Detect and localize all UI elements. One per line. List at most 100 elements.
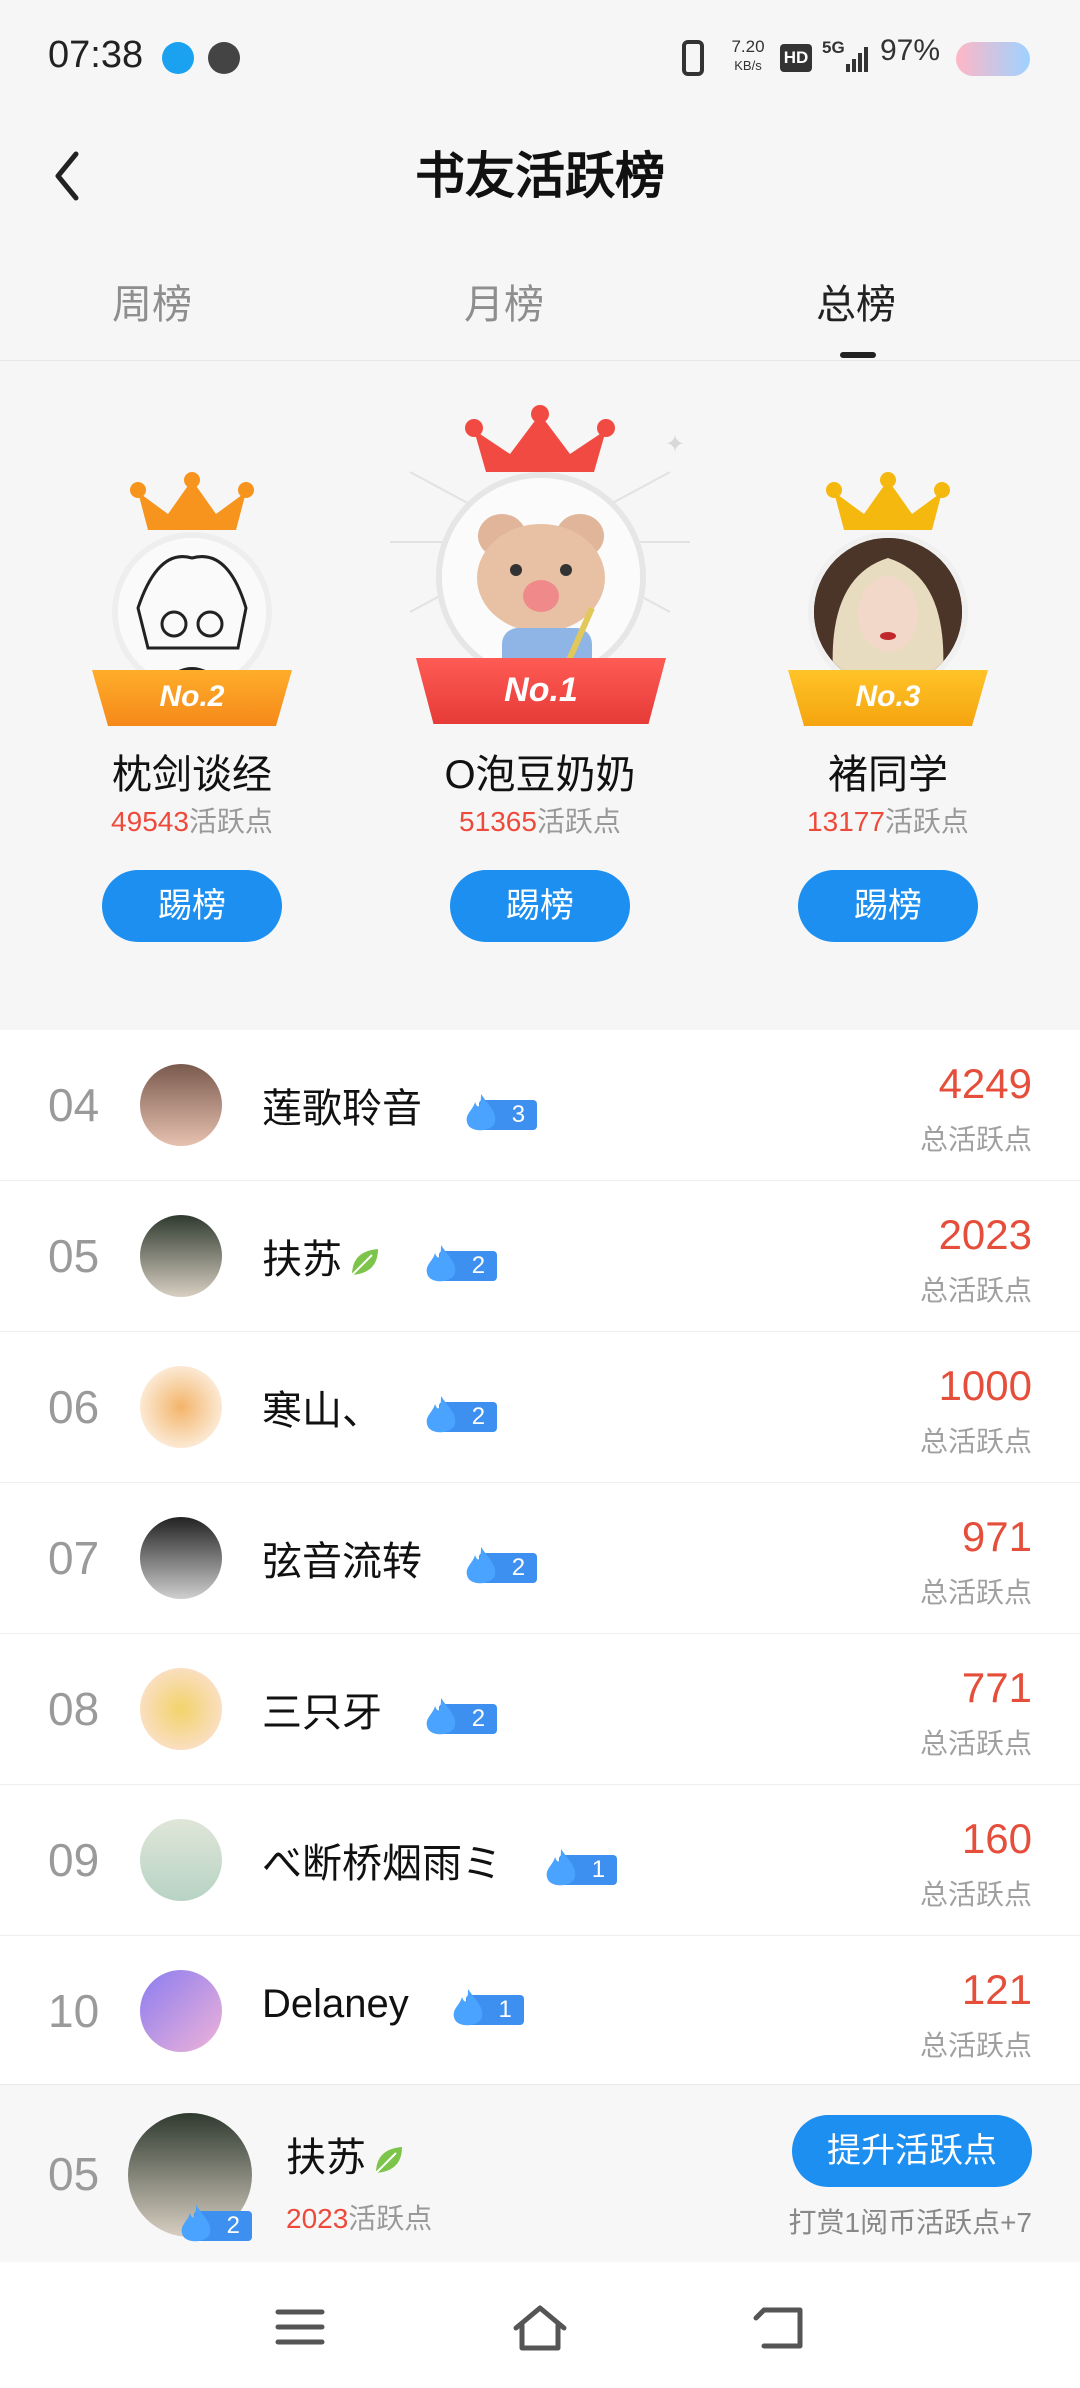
flame-icon <box>453 1989 483 2026</box>
user-name: Delaney 1 <box>262 1982 524 2027</box>
podium-score: 49543活跃点 <box>111 806 273 837</box>
flame-icon <box>546 1849 576 1886</box>
home-icon[interactable] <box>510 2302 570 2352</box>
level-badge: 2 <box>176 2203 252 2242</box>
kick-button[interactable]: 踢榜 <box>102 870 282 942</box>
kick-button[interactable]: 踢榜 <box>450 870 630 942</box>
flame-icon <box>181 2205 211 2242</box>
kick-button[interactable]: 踢榜 <box>798 870 978 942</box>
ranking-list: 04 莲歌聆音 3 4249 总活跃点 05 扶苏 2 2023 总活跃点 06… <box>0 1030 1080 2086</box>
crown-icon <box>826 472 950 530</box>
rank-number: 08 <box>48 1683 100 1735</box>
rank-badge: No.1 <box>416 658 666 724</box>
level-badge: 2 <box>461 1545 538 1584</box>
score-label: 总活跃点 <box>919 1124 1032 1155</box>
tab-monthly[interactable]: 月榜 <box>404 272 604 330</box>
level-badge: 2 <box>421 1394 498 1433</box>
user-name: 扶苏 2 <box>262 1227 498 1285</box>
list-item[interactable]: 09 べ断桥烟雨ミ 1 160 总活跃点 <box>0 1785 1080 1936</box>
level-badge: 2 <box>421 1696 498 1735</box>
avatar <box>140 1668 222 1750</box>
rank-number: 10 <box>48 1985 100 2037</box>
avatar <box>140 1215 222 1297</box>
battery-percent: 97% <box>880 34 941 67</box>
list-item[interactable]: 08 三只牙 2 771 总活跃点 <box>0 1634 1080 1785</box>
avatar <box>112 532 272 692</box>
svg-text:✦: ✦ <box>665 431 685 458</box>
reward-tip: 打赏1阅币活跃点+7 <box>788 2207 1033 2238</box>
list-item[interactable]: 04 莲歌聆音 3 4249 总活跃点 <box>0 1030 1080 1181</box>
list-item[interactable]: 07 弦音流转 2 971 总活跃点 <box>0 1483 1080 1634</box>
avatar <box>436 472 646 682</box>
network-speed-unit: KB/s <box>734 58 762 73</box>
user-name: 寒山、 2 <box>262 1378 498 1436</box>
vibrate-icon <box>682 40 704 76</box>
tab-weekly[interactable]: 周榜 <box>52 272 252 330</box>
tab-active-indicator <box>840 352 876 358</box>
crown-icon <box>130 472 254 530</box>
flame-icon <box>466 1547 496 1584</box>
score-label: 总活跃点 <box>919 1879 1032 1910</box>
flame-icon <box>426 1698 456 1735</box>
list-item[interactable]: 05 扶苏 2 2023 总活跃点 <box>0 1181 1080 1332</box>
ranking-tabs: 周榜 月榜 总榜 <box>0 240 1080 361</box>
flame-icon <box>466 1094 496 1131</box>
menu-icon[interactable] <box>270 2302 330 2352</box>
activity-score: 160 <box>961 1815 1032 1862</box>
back-nav-icon[interactable] <box>750 2302 810 2352</box>
user-name: 莲歌聆音 3 <box>262 1076 538 1134</box>
score-label: 总活跃点 <box>919 1577 1032 1608</box>
avatar <box>140 1366 222 1448</box>
avatar <box>808 532 968 692</box>
rank-badge: No.3 <box>788 670 988 726</box>
podium-score: 13177活跃点 <box>807 806 969 837</box>
activity-score: 771 <box>961 1664 1032 1711</box>
score-label: 总活跃点 <box>919 1728 1032 1759</box>
activity-score: 121 <box>961 1966 1032 2013</box>
score-label: 总活跃点 <box>919 2030 1032 2061</box>
rank-badge: No.2 <box>92 670 292 726</box>
leaf-icon <box>351 1249 378 1277</box>
battery-icon <box>956 42 1030 76</box>
system-nav-bar <box>0 2262 1080 2388</box>
status-bar: 07:38 7.20 KB/s HD 5G 97% <box>0 0 1080 120</box>
hd-icon: HD <box>780 44 812 72</box>
page-title: 书友活跃榜 <box>415 148 665 204</box>
network-speed: 7.20 KB/s <box>728 38 768 75</box>
speed-gauge-icon <box>208 42 240 74</box>
podium-name: O泡豆奶奶 <box>444 753 636 797</box>
list-item[interactable]: 06 寒山、 2 1000 总活跃点 <box>0 1332 1080 1483</box>
flame-icon <box>426 1396 456 1433</box>
level-badge: 1 <box>541 1847 618 1886</box>
leaf-icon <box>375 2147 402 2175</box>
user-name: べ断桥烟雨ミ 1 <box>262 1831 618 1889</box>
flame-icon <box>426 1245 456 1282</box>
level-badge: 1 <box>448 1987 524 2026</box>
level-badge: 2 <box>421 1243 498 1282</box>
signal-bars-icon <box>846 44 870 72</box>
rank-number: 05 <box>48 1230 100 1282</box>
my-rank-bar: 05 2 扶苏 2023活跃点 提升活跃点 打赏1阅币活跃点+7 <box>0 2084 1080 2263</box>
podium: ✦ No.2 枕剑谈经 49543活跃点 踢榜 No.1 O泡豆奶奶 51365… <box>0 362 1080 1002</box>
tab-total[interactable]: 总榜 <box>756 272 956 358</box>
podium-score: 51365活跃点 <box>459 806 621 837</box>
app-header: 书友活跃榜 <box>0 120 1080 240</box>
rank-number: 06 <box>48 1381 100 1433</box>
activity-score: 2023 <box>938 1211 1032 1258</box>
avatar <box>140 1064 222 1146</box>
rank-number: 09 <box>48 1834 100 1886</box>
list-item[interactable]: 10 Delaney 1 121 总活跃点 <box>0 1936 1080 2086</box>
boost-activity-button[interactable]: 提升活跃点 <box>792 2115 1032 2187</box>
activity-score: 1000 <box>938 1362 1032 1409</box>
avatar <box>140 1819 222 1901</box>
level-badge: 3 <box>461 1092 538 1131</box>
score-label: 总活跃点 <box>919 1275 1032 1306</box>
my-score: 2023活跃点 <box>286 2203 433 2234</box>
user-name: 三只牙 2 <box>262 1680 498 1738</box>
podium-name: 枕剑谈经 <box>112 753 272 797</box>
crown-icon <box>465 405 615 472</box>
signal-type: 5G <box>822 38 845 57</box>
my-name: 扶苏 <box>286 2125 406 2183</box>
status-time: 07:38 <box>48 34 144 76</box>
podium-name: 褚同学 <box>828 753 948 797</box>
